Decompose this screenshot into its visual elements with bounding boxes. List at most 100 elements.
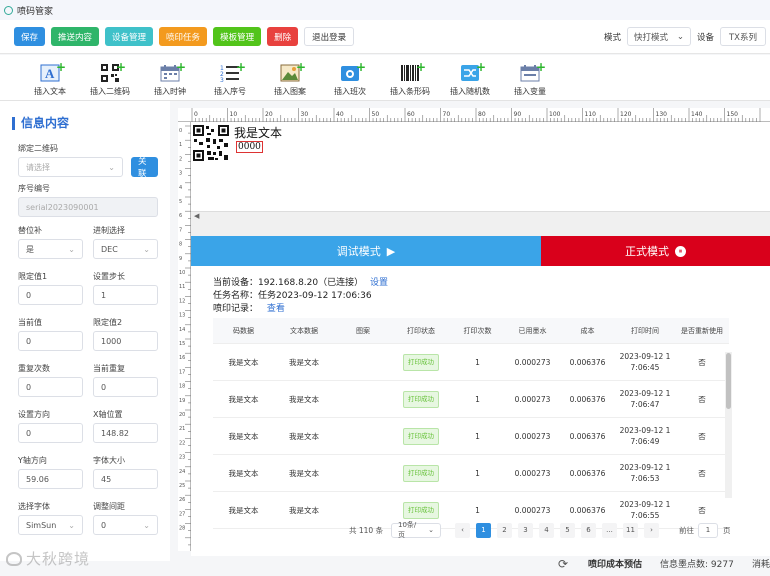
insert-barcode-button[interactable]: + 插入条形码 — [380, 55, 440, 100]
link-button[interactable]: 关联 — [131, 157, 158, 179]
current-repeat-value: 0 — [101, 382, 107, 392]
table-cell — [334, 455, 392, 492]
serial-no-input[interactable]: serial2023090001 — [18, 197, 158, 217]
device-select[interactable]: TX系列 — [720, 27, 766, 46]
table-cell: 否 — [675, 455, 729, 492]
ruler-label: 20 — [179, 412, 185, 418]
page-button[interactable]: 1 — [476, 522, 491, 538]
scrollbar-thumb[interactable] — [726, 353, 731, 409]
current-repeat-input[interactable]: 0 — [93, 377, 158, 397]
table-cell: 否 — [675, 344, 729, 381]
debug-mode-button[interactable]: 调试模式 ▶ — [191, 236, 541, 266]
qrcode-element[interactable] — [193, 125, 229, 161]
x-input[interactable]: 148.82 — [93, 423, 158, 443]
column-header: 图案 — [334, 318, 392, 344]
table-cell: 2023-09-12 1 7:06:53 — [615, 455, 675, 492]
template-manage-button[interactable]: 模板管理 — [213, 27, 262, 46]
table-cell: 0.006376 — [560, 381, 615, 418]
prev-page-icon[interactable]: ‹ — [455, 522, 470, 538]
table-row[interactable]: 我是文本 我是文本 打印成功 1 0.000273 0.006376 2023-09-12 … — [213, 418, 759, 455]
pagination: 共 110 条 10条/页 ⌄ ‹ 1 2 3 4 5 6... 11 › 前往 1 页 — [191, 515, 770, 545]
ruler-label: 8 — [179, 242, 182, 248]
table-cell: 1 — [450, 381, 505, 418]
save-button[interactable]: 保存 — [14, 27, 46, 46]
page-button[interactable]: 4 — [539, 522, 554, 538]
radix-select[interactable]: DEC ⌄ — [93, 239, 158, 259]
ruler-label: 24 — [179, 469, 185, 475]
page-button[interactable]: 3 — [518, 522, 533, 538]
view-record-link[interactable]: 查看 — [267, 304, 285, 314]
repeat-input[interactable]: 0 — [18, 377, 83, 397]
title-bar: 喷码管家 — [0, 0, 770, 20]
table-row[interactable]: 我是文本 我是文本 打印成功 1 0.000273 0.006376 2023-09-12 … — [213, 455, 759, 492]
insert-serial-button[interactable]: 123 + 插入序号 — [200, 55, 260, 100]
page-button[interactable]: 5 — [560, 522, 575, 538]
chevron-down-icon: ⌄ — [108, 162, 115, 172]
step-input[interactable]: 1 — [93, 285, 158, 305]
current-input[interactable]: 0 — [18, 331, 83, 351]
y-input[interactable]: 59.06 — [18, 469, 83, 489]
ruler-label: 19 — [179, 398, 185, 404]
serial-no-value: serial2023090001 — [26, 202, 99, 212]
device-settings-link[interactable]: 设置 — [370, 278, 388, 288]
goto-page-value: 1 — [705, 526, 711, 534]
status-badge: 打印成功 — [403, 353, 439, 371]
mode-select[interactable]: 快打模式 ⌄ — [626, 27, 691, 46]
table-row[interactable]: 我是文本 我是文本 打印成功 1 0.000273 0.006376 2023-09-12 … — [213, 344, 759, 381]
scroll-left-icon[interactable]: ◀ — [194, 212, 199, 220]
logout-button[interactable]: 退出登录 — [304, 27, 355, 46]
table-vertical-scrollbar[interactable] — [725, 352, 732, 498]
insert-random-button[interactable]: + 插入随机数 — [440, 55, 500, 100]
push-content-button[interactable]: 推送内容 — [51, 27, 100, 46]
insert-image-button[interactable]: + 插入图案 — [260, 55, 320, 100]
watermark: 大秋跨境 — [6, 548, 90, 569]
next-page-icon[interactable]: › — [644, 522, 659, 538]
print-task-button[interactable]: 喷印任务 — [159, 27, 208, 46]
refresh-icon[interactable]: ⟳ — [558, 557, 568, 571]
insert-shift-label: 插入班次 — [334, 87, 366, 96]
column-header: 成本 — [560, 318, 615, 344]
bind-qr-select[interactable]: 请选择 ⌄ — [18, 157, 123, 177]
page-size-select[interactable]: 10条/页 ⌄ — [391, 521, 441, 539]
clock-icon: + — [159, 60, 186, 83]
font-value: SimSun — [26, 520, 57, 530]
canvas-serial-element[interactable]: 0000 — [236, 141, 263, 153]
ruler-label: 17 — [179, 369, 185, 375]
limit1-input[interactable]: 0 — [18, 285, 83, 305]
fontsize-input[interactable]: 45 — [93, 469, 158, 489]
ruler-label: 5 — [179, 199, 182, 205]
main-toolbar: 保存 推送内容 设备管理 喷印任务 模板管理 删除 退出登录 模式 快打模式 ⌄… — [0, 20, 770, 54]
pad-select[interactable]: 是 ⌄ — [18, 239, 83, 259]
device-manage-button[interactable]: 设备管理 — [105, 27, 154, 46]
design-canvas[interactable]: 我是文本 0000 — [191, 122, 770, 222]
font-select[interactable]: SimSun ⌄ — [18, 515, 83, 535]
page-unit: 页 — [723, 525, 731, 535]
direction-input[interactable]: 0 — [18, 423, 83, 443]
mode-label: 模式 — [603, 32, 621, 43]
table-row[interactable]: 我是文本 我是文本 打印成功 1 0.000273 0.006376 2023-09-12 … — [213, 381, 759, 418]
insert-variable-button[interactable]: + 插入变量 — [500, 55, 560, 100]
canvas-horizontal-scrollbar[interactable]: ◀ — [191, 211, 770, 222]
page-button[interactable]: 6 — [581, 522, 596, 538]
ruler-label: 120 — [620, 111, 632, 118]
goto-page-input[interactable]: 1 — [698, 522, 718, 538]
current-device-text: 当前设备：192.168.8.20（已连接） — [213, 278, 364, 288]
insert-shift-button[interactable]: + 插入班次 — [320, 55, 380, 100]
repeat-value: 0 — [26, 382, 32, 392]
spacing-select[interactable]: 0 ⌄ — [93, 515, 158, 535]
page-button[interactable]: ... — [602, 522, 617, 538]
formal-mode-button[interactable]: 正式模式 ⏸ — [541, 236, 770, 266]
insert-image-label: 插入图案 — [274, 87, 306, 96]
page-button[interactable]: 11 — [623, 522, 638, 538]
insert-qrcode-button[interactable]: + 插入二维码 — [80, 55, 140, 100]
page-button[interactable]: 2 — [497, 522, 512, 538]
ruler-label: 13 — [179, 313, 185, 319]
limit2-input[interactable]: 1000 — [93, 331, 158, 351]
total-count: 共 110 条 — [349, 525, 384, 535]
insert-clock-button[interactable]: + 插入时钟 — [140, 55, 200, 100]
table-cell: 我是文本 — [274, 455, 334, 492]
radix-label: 进制选择 — [93, 226, 125, 235]
canvas-text-element[interactable]: 我是文本 — [234, 124, 282, 141]
insert-text-button[interactable]: A + 插入文本 — [20, 55, 80, 100]
delete-button[interactable]: 删除 — [267, 27, 299, 46]
